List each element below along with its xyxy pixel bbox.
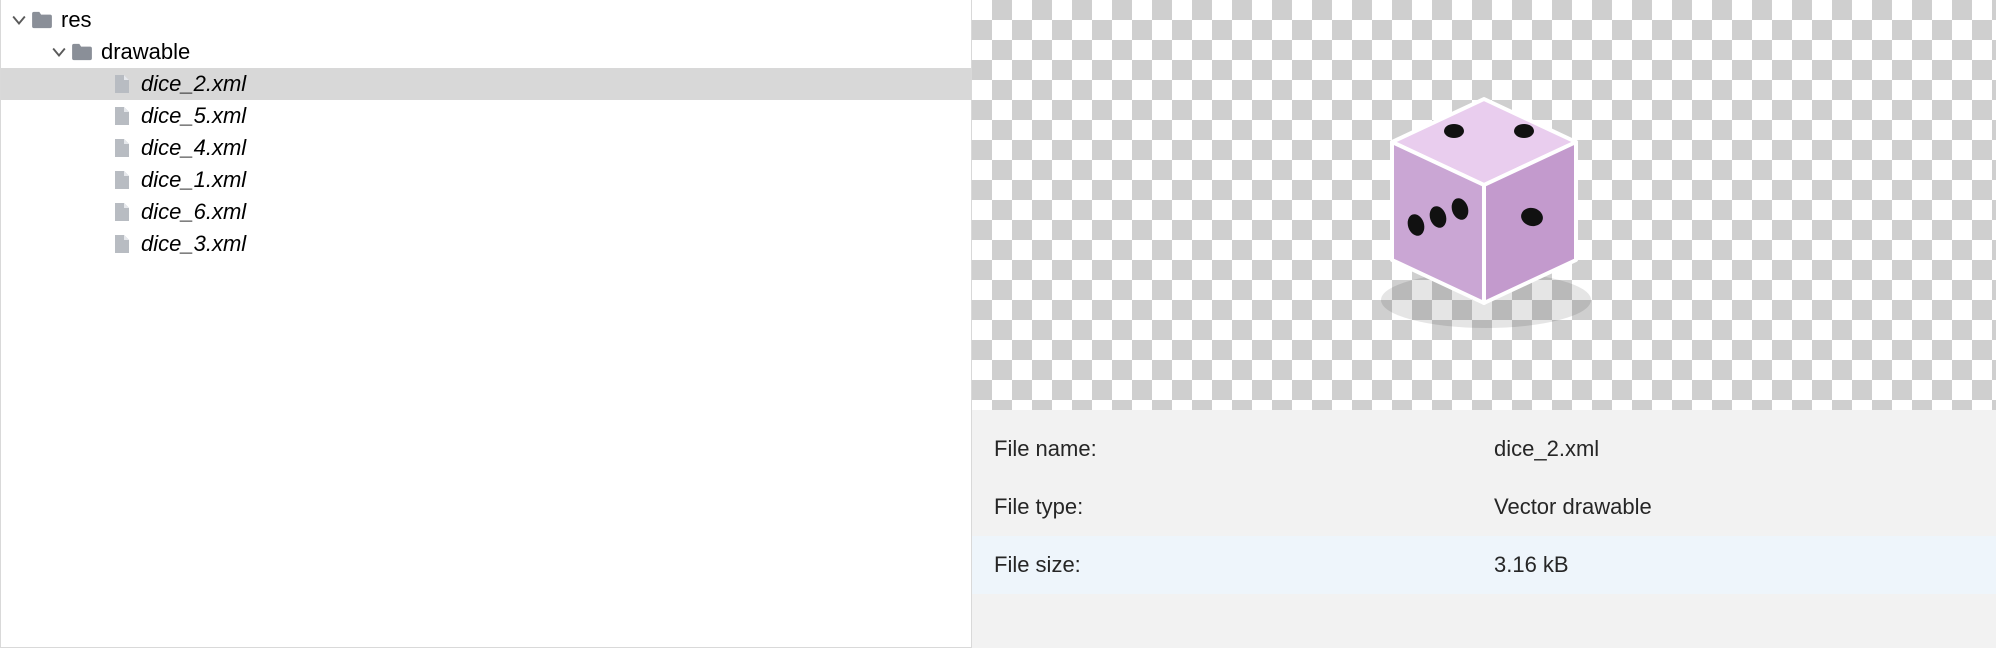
file-icon bbox=[109, 234, 135, 254]
info-row-filesize: File size: 3.16 kB bbox=[972, 536, 1996, 594]
project-tree: res drawable dice_2.xml bbox=[1, 0, 971, 260]
tree-label: dice_5.xml bbox=[135, 103, 246, 129]
info-value: dice_2.xml bbox=[1494, 436, 1599, 462]
app-root: res drawable dice_2.xml bbox=[0, 0, 1996, 648]
tree-file[interactable]: dice_3.xml bbox=[1, 228, 971, 260]
tree-label: res bbox=[55, 7, 92, 33]
image-preview bbox=[972, 0, 1996, 410]
chevron-down-icon[interactable] bbox=[9, 13, 29, 27]
tree-folder-drawable[interactable]: drawable bbox=[1, 36, 971, 68]
info-key: File type: bbox=[994, 494, 1494, 520]
tree-file[interactable]: dice_1.xml bbox=[1, 164, 971, 196]
tree-file[interactable]: dice_2.xml bbox=[1, 68, 971, 100]
tree-label: dice_2.xml bbox=[135, 71, 246, 97]
tree-file[interactable]: dice_5.xml bbox=[1, 100, 971, 132]
detail-panel: File name: dice_2.xml File type: Vector … bbox=[972, 0, 1996, 648]
info-key: File name: bbox=[994, 436, 1494, 462]
file-icon bbox=[109, 106, 135, 126]
chevron-down-icon[interactable] bbox=[49, 45, 69, 59]
info-key: File size: bbox=[994, 552, 1494, 578]
file-info-table: File name: dice_2.xml File type: Vector … bbox=[972, 410, 1996, 648]
folder-icon bbox=[29, 11, 55, 29]
file-icon bbox=[109, 170, 135, 190]
info-row-filename: File name: dice_2.xml bbox=[972, 420, 1996, 478]
tree-label: dice_4.xml bbox=[135, 135, 246, 161]
tree-label: dice_6.xml bbox=[135, 199, 246, 225]
folder-icon bbox=[69, 43, 95, 61]
tree-label: dice_3.xml bbox=[135, 231, 246, 257]
info-value: 3.16 kB bbox=[1494, 552, 1569, 578]
tree-folder-res[interactable]: res bbox=[1, 4, 971, 36]
info-value: Vector drawable bbox=[1494, 494, 1652, 520]
file-icon bbox=[109, 138, 135, 158]
info-row-filetype: File type: Vector drawable bbox=[972, 478, 1996, 536]
tree-file[interactable]: dice_4.xml bbox=[1, 132, 971, 164]
tree-label: dice_1.xml bbox=[135, 167, 246, 193]
file-icon bbox=[109, 202, 135, 222]
project-tree-panel: res drawable dice_2.xml bbox=[0, 0, 972, 648]
dice-icon bbox=[1354, 75, 1614, 335]
tree-file[interactable]: dice_6.xml bbox=[1, 196, 971, 228]
file-icon bbox=[109, 74, 135, 94]
tree-label: drawable bbox=[95, 39, 190, 65]
